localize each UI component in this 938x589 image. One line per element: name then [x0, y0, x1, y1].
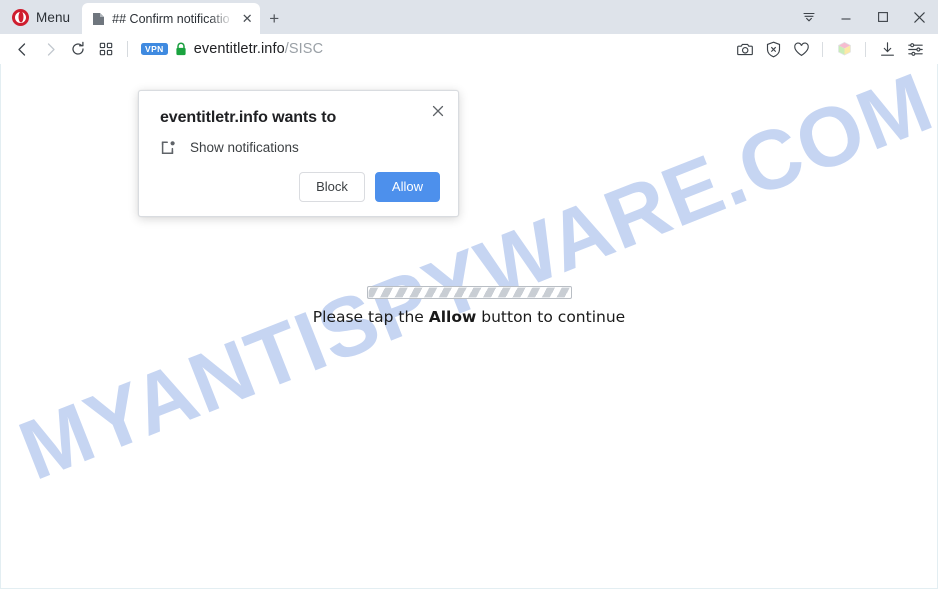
toolbar-divider [865, 41, 866, 57]
opera-menu-button[interactable]: Menu [0, 0, 80, 34]
site-security-lock-icon[interactable] [175, 42, 187, 56]
url-domain: eventitletr.info [193, 41, 285, 57]
heart-icon[interactable] [788, 36, 814, 62]
toolbar-divider [822, 41, 823, 57]
tab-strip: Menu ## Confirm notificatio ✕ + [0, 0, 938, 34]
menu-button-label: Menu [36, 9, 71, 25]
page-content: Please tap the Allow button to continue [1, 286, 937, 326]
easy-setup-sliders-icon[interactable] [902, 36, 928, 62]
allow-button[interactable]: Allow [374, 172, 440, 202]
downloads-icon[interactable] [874, 36, 900, 62]
permission-row: Show notifications [160, 139, 440, 156]
toolbar-divider [127, 41, 128, 57]
instruction-suffix: button to continue [476, 308, 626, 326]
dialog-title: eventitletr.info wants to [160, 109, 337, 126]
striped-progress-bar [366, 286, 572, 299]
window-controls [790, 0, 938, 34]
forward-button-icon[interactable] [36, 36, 64, 62]
reload-button-icon[interactable] [64, 36, 92, 62]
page-icon [92, 12, 105, 26]
crypto-wallet-cube-icon[interactable] [831, 36, 857, 62]
block-button[interactable]: Block [299, 172, 365, 202]
address-bar[interactable]: VPN eventitletr.info/SISC [135, 36, 732, 62]
new-tab-button[interactable]: + [260, 3, 288, 34]
toolbar-right-icons [732, 36, 928, 62]
opera-logo-icon [12, 8, 29, 26]
notification-permission-dialog: eventitletr.info wants to Show notificat… [138, 90, 459, 217]
tab-title: ## Confirm notificatio [112, 11, 230, 26]
notification-bell-icon [160, 139, 178, 156]
minimize-button-icon[interactable] [827, 0, 864, 34]
dialog-actions: Block Allow [160, 172, 440, 202]
instruction-text: Please tap the Allow button to continue [313, 308, 625, 326]
maximize-button-icon[interactable] [864, 0, 901, 34]
vpn-badge[interactable]: VPN [141, 43, 168, 55]
tab-close-icon[interactable]: ✕ [238, 10, 256, 28]
browser-tab[interactable]: ## Confirm notificatio ✕ [82, 3, 261, 34]
snapshot-camera-icon[interactable] [732, 36, 758, 62]
close-button-icon[interactable] [901, 0, 938, 34]
dialog-close-icon[interactable] [427, 100, 449, 122]
url-path: /SISC [284, 41, 324, 57]
navigation-toolbar: VPN eventitletr.info/SISC [0, 34, 938, 64]
browser-window: Menu ## Confirm notificatio ✕ + VPN even… [0, 0, 938, 589]
back-button-icon[interactable] [8, 36, 36, 62]
apps-grid-icon[interactable] [92, 36, 120, 62]
page-viewport: MYANTISPYWARE.COM Please tap the Allow b… [0, 64, 938, 589]
instruction-prefix: Please tap the [312, 308, 429, 326]
url-text: eventitletr.info/SISC [194, 41, 323, 57]
instruction-emphasis: Allow [428, 308, 477, 326]
tab-list-chevron-icon[interactable] [790, 0, 827, 34]
ad-block-shield-icon[interactable] [760, 36, 786, 62]
permission-label: Show notifications [190, 140, 299, 155]
